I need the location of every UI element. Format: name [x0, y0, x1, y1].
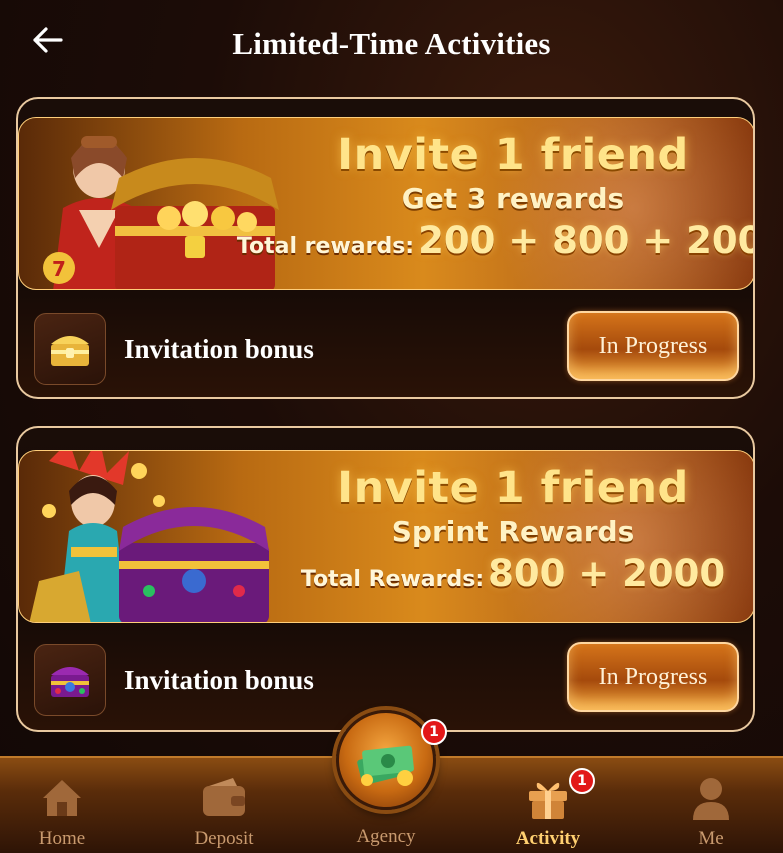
nav-item-me[interactable]: Me	[651, 758, 771, 853]
activity-row: Invitation bonus In Progress	[18, 309, 753, 389]
agency-badge: 1	[421, 719, 447, 745]
banner-text: Invite 1 friend Sprint Rewards Total Rew…	[278, 463, 748, 595]
activity-banner[interactable]: 7 Invite 1 friend Get 3 rewards Total re…	[18, 117, 753, 290]
wallet-icon	[199, 774, 249, 822]
banner-total-values: 200 + 800 + 2000	[418, 219, 755, 262]
nav-label: Deposit	[194, 828, 254, 849]
nav-item-activity[interactable]: 1 Activity	[488, 758, 608, 853]
back-button[interactable]	[28, 22, 68, 62]
banner-headline: Invite 1 friend	[337, 130, 689, 180]
activity-badge: 1	[569, 768, 595, 794]
banner-total-label: Total rewards:	[236, 234, 415, 259]
svg-text:7: 7	[52, 257, 66, 281]
nav-label: Agency	[356, 826, 416, 847]
activity-banner[interactable]: Invite 1 friend Sprint Rewards Total Rew…	[18, 450, 753, 623]
activity-label: Invitation bonus	[124, 333, 314, 364]
nav-item-home[interactable]: Home	[2, 758, 122, 853]
user-icon	[686, 774, 736, 822]
nav-label: Activity	[515, 828, 581, 849]
nav-item-deposit[interactable]: Deposit	[164, 758, 284, 853]
home-icon	[37, 774, 87, 822]
banner-headline: Invite 1 friend	[337, 463, 689, 513]
treasure-chest-gold-icon	[34, 313, 106, 385]
banner-text: Invite 1 friend Get 3 rewards Total rewa…	[237, 130, 753, 262]
banner-total-values: 800 + 2000	[488, 552, 726, 595]
activity-row: Invitation bonus In Progress	[18, 640, 753, 720]
in-progress-button[interactable]: In Progress	[567, 311, 739, 381]
nav-item-agency[interactable]: 1 Agency	[326, 710, 447, 853]
aztec-girl-treasure-illustration	[29, 451, 269, 622]
pilot-girl-treasure-illustration: 7	[43, 136, 279, 289]
banner-total: Total rewards: 200 + 800 + 2000	[236, 219, 755, 262]
in-progress-button[interactable]: In Progress	[567, 642, 739, 712]
activity-label: Invitation bonus	[124, 664, 314, 695]
nav-label: Me	[698, 828, 724, 849]
nav-label: Home	[38, 828, 86, 849]
activity-card[interactable]: Invite 1 friend Sprint Rewards Total Rew…	[16, 426, 755, 732]
arrow-left-icon	[32, 26, 64, 59]
banner-subline: Sprint Rewards	[391, 515, 635, 548]
banner-total: Total Rewards: 800 + 2000	[301, 552, 725, 595]
treasure-chest-purple-icon	[34, 644, 106, 716]
banner-subline: Get 3 rewards	[401, 182, 625, 215]
header: Limited-Time Activities	[0, 0, 783, 88]
gift-icon: 1	[523, 768, 595, 822]
money-stack-icon: 1	[336, 710, 447, 810]
page-title: Limited-Time Activities	[232, 26, 551, 61]
banner-total-label: Total Rewards:	[300, 567, 485, 592]
activity-card[interactable]: 7 Invite 1 friend Get 3 rewards Total re…	[16, 97, 755, 399]
